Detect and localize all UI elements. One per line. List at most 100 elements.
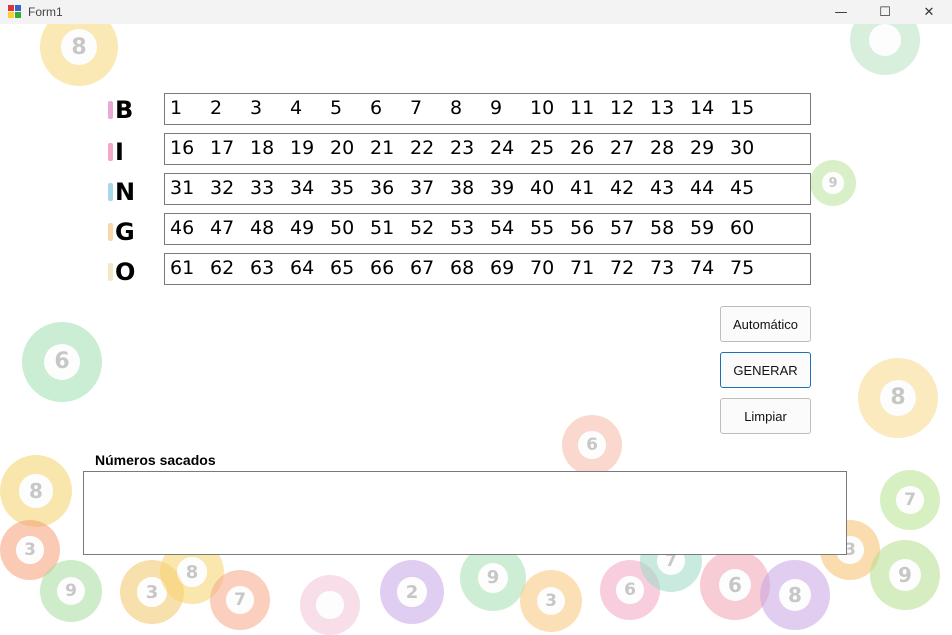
bingo-number: 50 <box>330 217 355 239</box>
letter-text: G <box>115 218 135 246</box>
letter-stripe <box>108 263 113 281</box>
letter-text: N <box>115 178 136 206</box>
ball-number: 6 <box>616 576 644 604</box>
automatic-button[interactable]: Automático <box>720 306 811 342</box>
bingo-number: 24 <box>490 137 515 159</box>
bingo-number: 40 <box>530 177 555 199</box>
bingo-number: 56 <box>570 217 595 239</box>
bingo-number: 75 <box>730 257 755 279</box>
bingo-number: 59 <box>690 217 715 239</box>
bingo-row-n[interactable]: 31 32 33 34 35 36 37 38 39 40 41 42 43 44 45 <box>164 173 811 205</box>
bingo-number: 39 <box>490 177 515 199</box>
bingo-letter-g: G <box>108 215 148 249</box>
minimize-button[interactable]: — <box>818 0 864 24</box>
ball-number: 8 <box>177 557 207 587</box>
bingo-number: 74 <box>690 257 715 279</box>
background-ball: 7 <box>880 470 940 530</box>
letter-stripe <box>108 101 113 119</box>
drawn-numbers-textbox[interactable] <box>83 471 847 555</box>
bingo-number: 48 <box>250 217 275 239</box>
bingo-letter-i: I <box>108 135 148 169</box>
bingo-number: 20 <box>330 137 355 159</box>
bingo-number: 1 <box>170 97 183 119</box>
bingo-number: 51 <box>370 217 395 239</box>
background-ball: 3 <box>520 570 582 632</box>
ball-number: 9 <box>822 172 844 194</box>
bingo-number: 41 <box>570 177 595 199</box>
ball-number <box>868 23 902 57</box>
maximize-button[interactable]: ☐ <box>862 0 908 24</box>
ball-number: 7 <box>896 486 924 514</box>
background-ball: 8 <box>0 455 72 527</box>
bingo-number: 22 <box>410 137 435 159</box>
close-button[interactable]: ✕ <box>906 0 952 24</box>
title-bar: Form1 — ☐ ✕ <box>0 0 952 24</box>
bingo-row-o[interactable]: 61 62 63 64 65 66 67 68 69 70 71 72 73 74 75 <box>164 253 811 285</box>
bingo-number: 72 <box>610 257 635 279</box>
ball-number: 6 <box>578 431 606 459</box>
bingo-number: 64 <box>290 257 315 279</box>
bingo-number: 55 <box>530 217 555 239</box>
maximize-icon: ☐ <box>879 4 891 20</box>
ball-number: 6 <box>718 568 752 602</box>
bingo-number: 36 <box>370 177 395 199</box>
bingo-number: 42 <box>610 177 635 199</box>
bingo-number: 33 <box>250 177 275 199</box>
close-icon: ✕ <box>923 4 935 20</box>
bingo-row-g[interactable]: 46 47 48 49 50 51 52 53 54 55 56 57 58 59 60 <box>164 213 811 245</box>
bingo-number: 43 <box>650 177 675 199</box>
bingo-number: 28 <box>650 137 675 159</box>
bingo-number: 52 <box>410 217 435 239</box>
bingo-number: 2 <box>210 97 223 119</box>
bingo-number: 37 <box>410 177 435 199</box>
bingo-number: 63 <box>250 257 275 279</box>
letter-text: O <box>115 258 136 286</box>
bingo-number: 10 <box>530 97 555 119</box>
drawn-numbers-label: Números sacados <box>95 452 216 468</box>
ball-number: 6 <box>43 343 81 381</box>
minimize-icon: — <box>834 4 848 20</box>
bingo-number: 19 <box>290 137 315 159</box>
ball-number: 3 <box>536 586 566 616</box>
background-ball: 6 <box>562 415 622 475</box>
bingo-letter-b: B <box>108 93 148 127</box>
bingo-letter-o: O <box>108 255 148 289</box>
bingo-number: 26 <box>570 137 595 159</box>
bingo-number: 62 <box>210 257 235 279</box>
bingo-number: 12 <box>610 97 635 119</box>
bingo-number: 58 <box>650 217 675 239</box>
bingo-number: 11 <box>570 97 595 119</box>
bingo-number: 67 <box>410 257 435 279</box>
generate-button[interactable]: GENERAR <box>720 352 811 388</box>
background-ball: 9 <box>810 160 856 206</box>
bingo-row-i[interactable]: 16 17 18 19 20 21 22 23 24 25 26 27 28 29 30 <box>164 133 811 165</box>
bingo-number: 61 <box>170 257 195 279</box>
bingo-row-b[interactable]: 1 2 3 4 5 6 7 8 9 10 11 12 13 14 15 <box>164 93 811 125</box>
letter-text: I <box>115 138 124 166</box>
letter-text: B <box>115 96 134 124</box>
background-ball: 9 <box>40 560 102 622</box>
bingo-number: 71 <box>570 257 595 279</box>
bingo-number: 8 <box>450 97 463 119</box>
background-ball: 6 <box>22 322 102 402</box>
bingo-number: 6 <box>370 97 383 119</box>
ball-number: 8 <box>61 29 97 65</box>
bingo-number: 38 <box>450 177 475 199</box>
background-ball: 8 <box>760 560 830 630</box>
bingo-number: 15 <box>730 97 755 119</box>
ball-number: 7 <box>226 586 254 614</box>
ball-number: 3 <box>16 536 44 564</box>
bingo-number: 53 <box>450 217 475 239</box>
bingo-number: 9 <box>490 97 503 119</box>
bingo-number: 45 <box>730 177 755 199</box>
bingo-number: 46 <box>170 217 195 239</box>
bingo-number: 17 <box>210 137 235 159</box>
bingo-number: 66 <box>370 257 395 279</box>
bingo-number: 7 <box>410 97 423 119</box>
bingo-number: 73 <box>650 257 675 279</box>
bingo-number: 3 <box>250 97 263 119</box>
bingo-number: 34 <box>290 177 315 199</box>
bingo-number: 35 <box>330 177 355 199</box>
clear-button[interactable]: Limpiar <box>720 398 811 434</box>
bingo-number: 32 <box>210 177 235 199</box>
